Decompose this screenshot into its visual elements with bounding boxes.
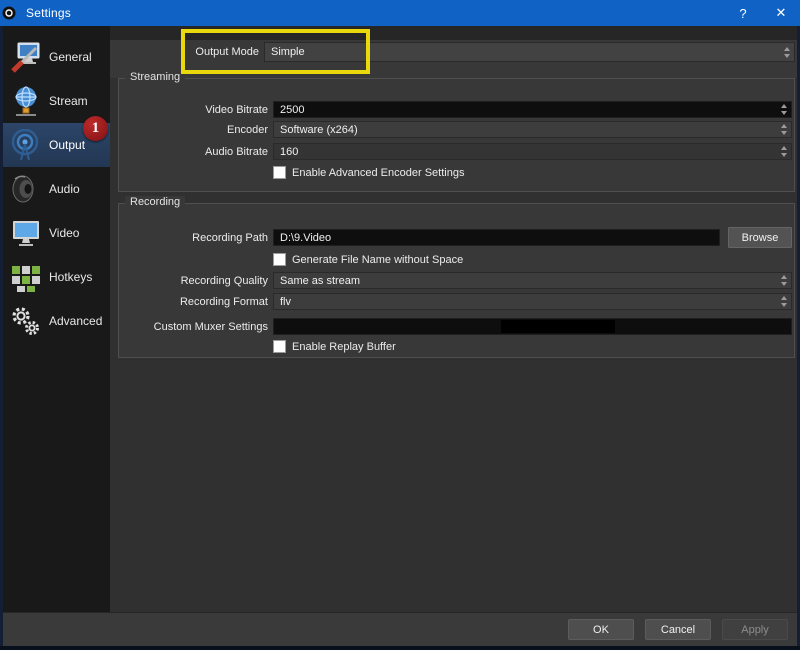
settings-window: Settings ? ✕ General — [0, 0, 800, 650]
chevron-updown-icon[interactable] — [776, 294, 791, 309]
window-title: Settings — [26, 6, 71, 20]
custom-muxer-row: Custom Muxer Settings — [119, 318, 794, 335]
video-icon — [10, 217, 42, 249]
chevron-updown-icon[interactable] — [776, 144, 791, 159]
window-border-bottom — [0, 646, 800, 650]
title-bar: Settings ? ✕ — [0, 0, 800, 26]
content-top-strip — [110, 26, 797, 40]
chevron-updown-icon[interactable] — [776, 122, 791, 137]
dialog-footer: OK Cancel Apply — [3, 612, 797, 646]
recording-quality-value: Same as stream — [280, 275, 360, 287]
sidebar-item-label: Output — [49, 138, 85, 152]
custom-muxer-input[interactable] — [273, 318, 792, 335]
recording-format-select[interactable]: flv — [273, 293, 792, 310]
hotkeys-icon — [10, 261, 42, 293]
app-icon — [2, 5, 18, 21]
audio-bitrate-select[interactable]: 160 — [273, 143, 792, 160]
encoder-label: Encoder — [119, 124, 268, 136]
sidebar-item-hotkeys[interactable]: Hotkeys — [3, 255, 110, 299]
recording-format-row: Recording Format flv — [119, 293, 794, 310]
recording-groupbox: Recording Recording Path D:\9.Video Brow… — [118, 203, 795, 358]
recording-format-label: Recording Format — [119, 296, 268, 308]
recording-path-value: D:\9.Video — [280, 232, 331, 244]
audio-bitrate-label: Audio Bitrate — [119, 146, 268, 158]
streaming-group-title: Streaming — [125, 71, 185, 83]
close-button[interactable]: ✕ — [762, 0, 800, 26]
sidebar-item-advanced[interactable]: Advanced — [3, 299, 110, 343]
sidebar-item-label: General — [49, 50, 92, 64]
sidebar-item-label: Video — [49, 226, 79, 240]
apply-button[interactable]: Apply — [722, 619, 788, 640]
output-mode-select[interactable]: Simple — [264, 42, 795, 62]
chevron-updown-icon[interactable] — [776, 273, 791, 288]
sidebar-item-video[interactable]: Video — [3, 211, 110, 255]
output-settings-panel: Output Mode Simple Streaming Video Bitra… — [110, 26, 797, 612]
output-mode-label: Output Mode — [110, 46, 259, 58]
generate-filename-checkbox-row: Generate File Name without Space — [273, 253, 463, 266]
ok-button[interactable]: OK — [568, 619, 634, 640]
streaming-groupbox: Streaming Video Bitrate 2500 Encoder Sof… — [118, 78, 795, 192]
encoder-select[interactable]: Software (x264) — [273, 121, 792, 138]
advanced-encoder-checkbox-label: Enable Advanced Encoder Settings — [292, 167, 464, 179]
chevron-updown-icon[interactable] — [779, 43, 794, 61]
recording-group-title: Recording — [125, 196, 185, 208]
sidebar-item-output[interactable]: Output 1 — [3, 123, 110, 167]
redaction-blob — [501, 320, 615, 333]
sidebar-item-label: Hotkeys — [49, 270, 92, 284]
sidebar-item-general[interactable]: General — [3, 35, 110, 79]
video-bitrate-label: Video Bitrate — [119, 104, 268, 116]
replay-buffer-checkbox-label: Enable Replay Buffer — [292, 341, 396, 353]
general-icon — [10, 41, 42, 73]
sidebar-item-label: Stream — [49, 94, 88, 108]
generate-filename-checkbox-label: Generate File Name without Space — [292, 254, 463, 266]
recording-quality-label: Recording Quality — [119, 275, 268, 287]
recording-path-row: Recording Path D:\9.Video Browse — [119, 229, 794, 246]
stream-icon — [10, 85, 42, 117]
video-bitrate-input[interactable]: 2500 — [273, 101, 792, 118]
audio-bitrate-value: 160 — [280, 146, 298, 158]
recording-quality-select[interactable]: Same as stream — [273, 272, 792, 289]
advanced-encoder-checkbox-row: Enable Advanced Encoder Settings — [273, 166, 464, 179]
recording-path-input[interactable]: D:\9.Video — [273, 229, 720, 246]
video-bitrate-value: 2500 — [280, 104, 304, 116]
settings-sidebar: General Stream — [3, 26, 110, 612]
browse-button[interactable]: Browse — [728, 227, 792, 248]
video-bitrate-row: Video Bitrate 2500 — [119, 101, 794, 118]
encoder-value: Software (x264) — [280, 124, 358, 136]
cancel-button[interactable]: Cancel — [645, 619, 711, 640]
help-button[interactable]: ? — [724, 0, 762, 26]
sidebar-item-label: Audio — [49, 182, 80, 196]
advanced-icon — [10, 305, 42, 337]
generate-filename-checkbox[interactable] — [273, 253, 286, 266]
recording-quality-row: Recording Quality Same as stream — [119, 272, 794, 289]
output-mode-value: Simple — [271, 46, 305, 58]
recording-path-label: Recording Path — [119, 232, 268, 244]
output-mode-row: Output Mode Simple — [110, 42, 797, 62]
encoder-row: Encoder Software (x264) — [119, 121, 794, 138]
output-icon — [10, 129, 42, 161]
replay-buffer-checkbox-row: Enable Replay Buffer — [273, 340, 396, 353]
sidebar-item-label: Advanced — [49, 314, 102, 328]
spinner-updown-icon[interactable] — [776, 102, 791, 117]
replay-buffer-checkbox[interactable] — [273, 340, 286, 353]
sidebar-item-audio[interactable]: Audio — [3, 167, 110, 211]
audio-bitrate-row: Audio Bitrate 160 — [119, 143, 794, 160]
custom-muxer-label: Custom Muxer Settings — [119, 321, 268, 333]
advanced-encoder-checkbox[interactable] — [273, 166, 286, 179]
audio-icon — [10, 173, 42, 205]
annotation-badge-1: 1 — [83, 116, 108, 141]
recording-format-value: flv — [280, 296, 291, 308]
